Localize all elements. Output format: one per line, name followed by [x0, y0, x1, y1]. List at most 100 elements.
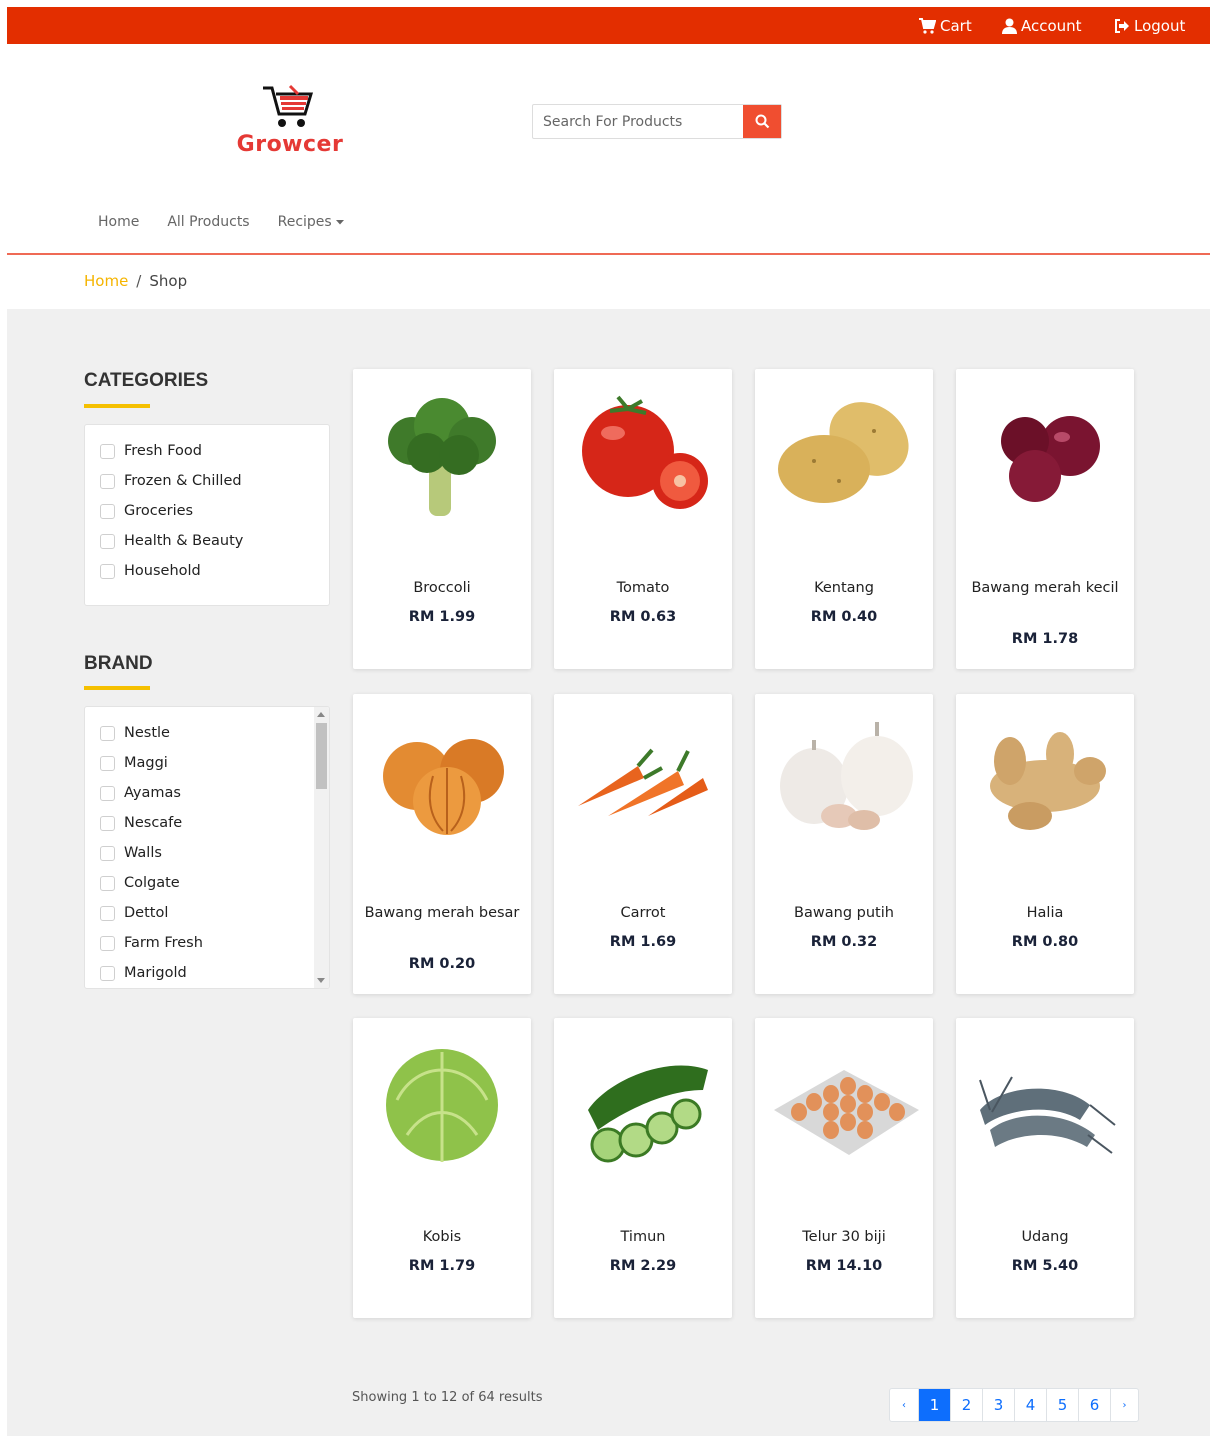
logo[interactable]: Growcer: [230, 82, 350, 162]
brand-checkbox[interactable]: [100, 965, 115, 981]
pagination-page[interactable]: 3: [982, 1389, 1014, 1421]
category-checkbox[interactable]: [100, 473, 115, 489]
product-name[interactable]: Carrot: [562, 902, 724, 924]
tomato-icon[interactable]: [568, 391, 718, 521]
brand-checkbox[interactable]: [100, 875, 115, 891]
scroll-thumb[interactable]: [316, 723, 327, 789]
brand-name: Growcer: [236, 132, 344, 157]
brand-option[interactable]: Walls: [85, 838, 329, 868]
product-name[interactable]: Kentang: [763, 577, 925, 599]
category-option[interactable]: Health & Beauty: [85, 526, 329, 556]
category-option[interactable]: Household: [85, 556, 329, 586]
garlic-icon[interactable]: [769, 716, 919, 846]
product-name[interactable]: Bawang putih: [763, 902, 925, 924]
category-checkbox[interactable]: [100, 563, 115, 579]
onion-icon[interactable]: [367, 716, 517, 846]
brand-option[interactable]: Ayamas: [85, 778, 329, 808]
brand-option-label: Colgate: [124, 875, 180, 891]
brand-option[interactable]: Dettol: [85, 898, 329, 928]
nav-home[interactable]: Home: [98, 214, 139, 230]
search-input[interactable]: [533, 105, 743, 138]
category-option[interactable]: Frozen & Chilled: [85, 466, 329, 496]
shopping-cart-logo-icon: [263, 84, 314, 127]
pagination-page[interactable]: 2: [950, 1389, 982, 1421]
brand-option[interactable]: Colgate: [85, 868, 329, 898]
cucumber-icon[interactable]: [568, 1040, 718, 1170]
brand-option[interactable]: Farm Fresh: [85, 928, 329, 958]
brand-option[interactable]: Nescafe: [85, 808, 329, 838]
product-card[interactable]: Broccoli RM 1.99: [353, 369, 531, 669]
pagination-next[interactable]: ›: [1110, 1389, 1138, 1421]
cart-label: Cart: [940, 16, 972, 35]
pagination-page[interactable]: 4: [1014, 1389, 1046, 1421]
product-name[interactable]: Bawang merah kecil: [964, 577, 1126, 599]
product-card[interactable]: Kentang RM 0.40: [755, 369, 933, 669]
category-checkbox[interactable]: [100, 503, 115, 519]
product-name[interactable]: Timun: [562, 1226, 724, 1248]
brand-checkbox[interactable]: [100, 755, 115, 771]
product-card[interactable]: Udang RM 5.40: [956, 1018, 1134, 1318]
nav-divider: [7, 253, 1210, 255]
categories-filter: Fresh Food Frozen & Chilled Groceries Healt…: [84, 424, 330, 606]
cart-link[interactable]: Cart: [918, 7, 972, 44]
brand-option-label: Dettol: [124, 905, 169, 921]
pagination-prev[interactable]: ‹: [890, 1389, 918, 1421]
product-card[interactable]: Timun RM 2.29: [554, 1018, 732, 1318]
logout-link[interactable]: Logout: [1114, 7, 1185, 44]
category-option[interactable]: Fresh Food: [85, 436, 329, 466]
account-link[interactable]: Account: [1002, 7, 1082, 44]
brand-option[interactable]: Marigold: [85, 958, 329, 988]
product-card[interactable]: Telur 30 biji RM 14.10: [755, 1018, 933, 1318]
pagination-page[interactable]: 5: [1046, 1389, 1078, 1421]
brand-filter: Nestle Maggi Ayamas Nescafe Walls Colgate Dett…: [84, 706, 330, 989]
product-card[interactable]: Tomato RM 0.63: [554, 369, 732, 669]
product-card[interactable]: Halia RM 0.80: [956, 694, 1134, 994]
pagination: ‹ 1 2 3 4 5 6 ›: [889, 1388, 1139, 1422]
brand-checkbox[interactable]: [100, 785, 115, 801]
product-name[interactable]: Udang: [964, 1226, 1126, 1248]
brand-option[interactable]: Maggi: [85, 748, 329, 778]
pagination-page[interactable]: 1: [918, 1389, 950, 1421]
brand-checkbox[interactable]: [100, 905, 115, 921]
product-name[interactable]: Halia: [964, 902, 1126, 924]
brand-checkbox[interactable]: [100, 725, 115, 741]
category-checkbox[interactable]: [100, 443, 115, 459]
product-card[interactable]: Kobis RM 1.79: [353, 1018, 531, 1318]
scroll-down-icon[interactable]: [317, 978, 325, 983]
account-label: Account: [1021, 16, 1082, 35]
search-button[interactable]: [743, 105, 781, 138]
product-name[interactable]: Bawang merah besar: [361, 902, 523, 924]
cabbage-icon[interactable]: [367, 1040, 517, 1170]
product-name[interactable]: Kobis: [361, 1226, 523, 1248]
breadcrumb-home[interactable]: Home: [84, 272, 128, 290]
brand-scrollbar[interactable]: [314, 707, 329, 988]
product-card[interactable]: Bawang merah besar RM 0.20: [353, 694, 531, 994]
broccoli-icon[interactable]: [367, 391, 517, 521]
product-card[interactable]: Bawang putih RM 0.32: [755, 694, 933, 994]
main-nav: Home All Products Recipes: [98, 214, 345, 230]
potato-icon[interactable]: [769, 391, 919, 521]
pagination-page[interactable]: 6: [1078, 1389, 1110, 1421]
red-onion-icon[interactable]: [970, 391, 1120, 521]
brand-checkbox[interactable]: [100, 935, 115, 951]
category-option[interactable]: Groceries: [85, 496, 329, 526]
logout-label: Logout: [1134, 16, 1186, 35]
product-name[interactable]: Tomato: [562, 577, 724, 599]
nav-recipes[interactable]: Recipes: [278, 214, 345, 230]
ginger-icon[interactable]: [970, 716, 1120, 846]
brand-option-label: Marigold: [124, 965, 187, 981]
carrot-icon[interactable]: [568, 716, 718, 846]
prawn-icon[interactable]: [970, 1040, 1120, 1170]
brand-option[interactable]: Nestle: [85, 718, 329, 748]
eggs-icon[interactable]: [769, 1040, 919, 1170]
product-name[interactable]: Telur 30 biji: [763, 1226, 925, 1248]
brand-checkbox[interactable]: [100, 815, 115, 831]
product-card[interactable]: Carrot RM 1.69: [554, 694, 732, 994]
brand-checkbox[interactable]: [100, 845, 115, 861]
nav-all-products[interactable]: All Products: [167, 214, 249, 230]
product-card[interactable]: Bawang merah kecil RM 1.78: [956, 369, 1134, 669]
category-checkbox[interactable]: [100, 533, 115, 549]
scroll-up-icon[interactable]: [317, 712, 325, 717]
product-name[interactable]: Broccoli: [361, 577, 523, 599]
brand-title: BRAND: [84, 653, 153, 674]
